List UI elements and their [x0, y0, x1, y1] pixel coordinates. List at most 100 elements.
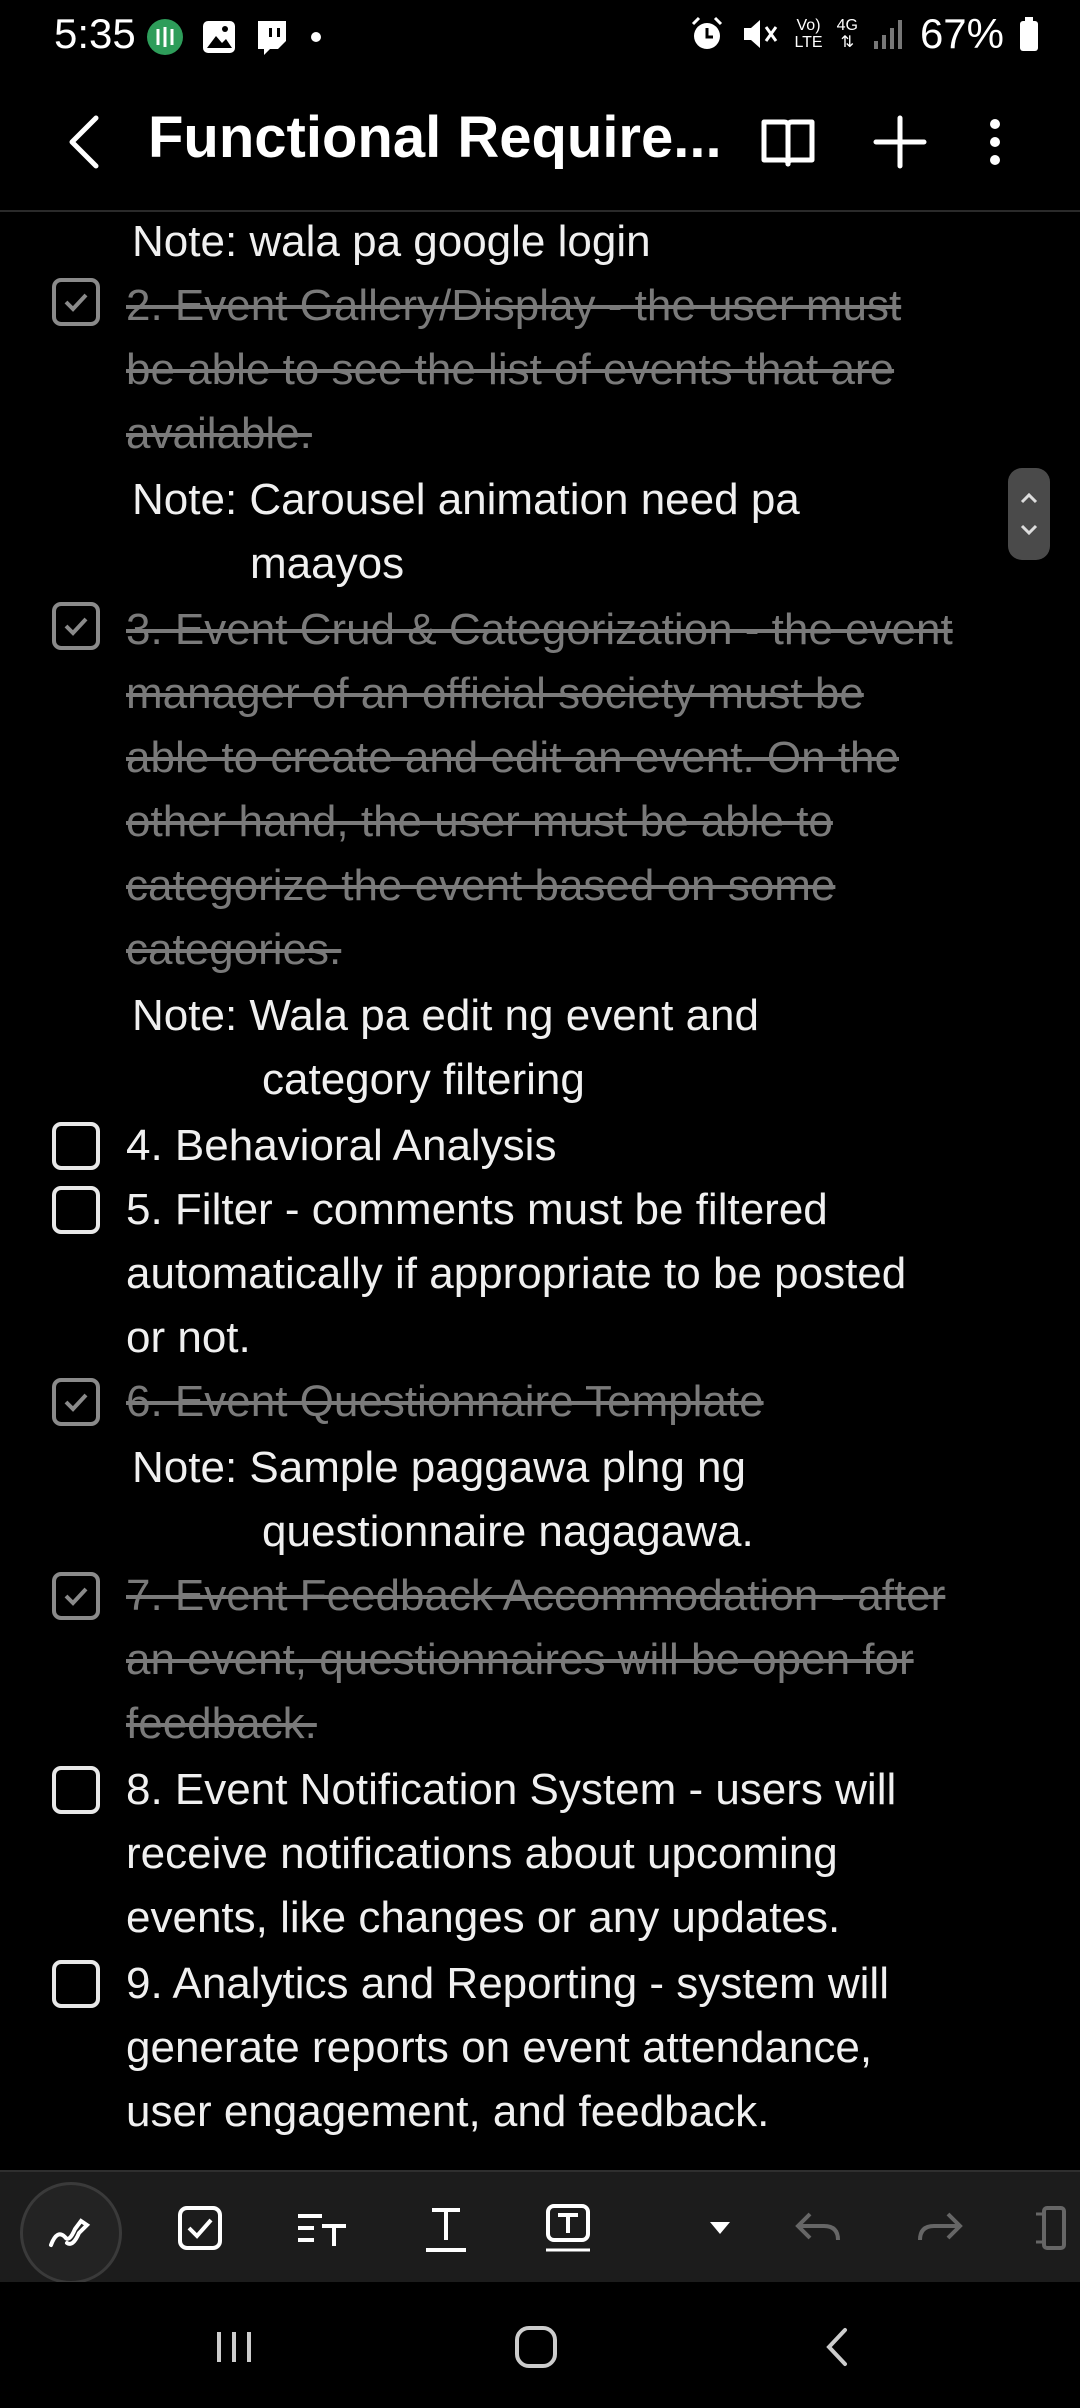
add-button[interactable] [860, 102, 940, 182]
checklist-item-text[interactable]: able to create and edit an event. On the [126, 726, 899, 790]
note-line: category filtering [262, 1055, 585, 1104]
checklist-item-text[interactable]: events, like changes or any updates. [126, 1886, 840, 1950]
checkbox-item-2[interactable] [52, 278, 100, 326]
checklist-item-text[interactable]: user engagement, and feedback. [126, 2080, 769, 2144]
network-label: Vo) LTE [794, 17, 822, 51]
status-bar: 5:35 Vo) LTE 4G ⇅ 67% [0, 0, 1080, 72]
note-line: questionnaire nagagawa. [262, 1507, 754, 1556]
home-button[interactable] [496, 2312, 576, 2382]
pen-icon [49, 2218, 91, 2247]
more-options-button[interactable] [960, 102, 1040, 182]
font-button[interactable] [406, 2188, 486, 2268]
checkbox-item-5[interactable] [52, 1186, 100, 1234]
checkbox-item-9[interactable] [52, 1960, 100, 2008]
gallery-icon [203, 21, 235, 53]
page-title: Functional Require... [148, 105, 722, 170]
signal-icon [873, 20, 902, 49]
data-arrows-icon: ⇅ [840, 34, 854, 51]
checklist-item-text[interactable]: 2. Event Gallery/Display - the user must [126, 274, 901, 338]
text-box-button[interactable] [528, 2188, 608, 2268]
recent-apps-icon [217, 2332, 251, 2362]
back-arrow-icon [69, 115, 99, 169]
checklist-item-text[interactable]: 9. Analytics and Reporting - system will [126, 1952, 889, 2016]
battery-icon [1020, 17, 1038, 51]
checklist-item-text[interactable]: generate reports on event attendance, [126, 2016, 872, 2080]
undo-button[interactable] [778, 2188, 858, 2268]
network-lte: LTE [794, 34, 823, 51]
network-type: 4G ⇅ [837, 17, 858, 51]
note-line: Note: Carousel animation need pa [132, 475, 800, 524]
undo-icon [795, 2212, 840, 2241]
checklist-item-text[interactable]: manager of an official society must be [126, 662, 864, 726]
system-back-button[interactable] [798, 2312, 878, 2382]
app-bar: Functional Require... [0, 72, 1080, 212]
editor-toolbar [0, 2170, 1080, 2284]
home-icon [515, 2326, 557, 2368]
battery-percent: 67% [919, 10, 1004, 57]
system-navigation-bar [0, 2282, 1080, 2408]
more-tools-dropdown[interactable] [680, 2188, 760, 2268]
fast-scroll-handle[interactable] [1008, 468, 1050, 560]
app-notification-icon [147, 19, 183, 55]
text-style-button[interactable] [282, 2188, 362, 2268]
status-right-icons: Vo) LTE 4G ⇅ 67% [688, 10, 1040, 58]
checklist-item-text[interactable]: or not. [126, 1306, 251, 1370]
reading-mode-button[interactable] [748, 102, 828, 182]
mute-icon [744, 20, 778, 48]
note-line: Note: Sample paggawa plng ng [132, 1443, 746, 1492]
toolbar-overflow-icon [1036, 2206, 1066, 2250]
status-time: 5:35 [54, 10, 136, 57]
checkbox-item-6[interactable] [52, 1378, 100, 1426]
note-line: maayos [250, 539, 405, 588]
checklist-item-text[interactable]: an event, questionnaires will be open fo… [126, 1628, 914, 1692]
text-box-icon [546, 2204, 590, 2252]
twitch-icon [258, 21, 286, 55]
checklist-item-text[interactable]: automatically if appropriate to be poste… [126, 1242, 906, 1306]
checkbox-item-3[interactable] [52, 602, 100, 650]
checklist-item-text[interactable]: 4. Behavioral Analysis [126, 1114, 556, 1178]
status-left-icons [144, 16, 326, 58]
redo-button[interactable] [900, 2188, 980, 2268]
checklist-item-text[interactable]: categories. [126, 918, 341, 982]
checkbox-item-7[interactable] [52, 1572, 100, 1620]
back-icon [826, 2328, 847, 2366]
note-line: Note: Wala pa edit ng event and [132, 991, 759, 1040]
back-button[interactable] [50, 102, 120, 182]
checklist-item-text[interactable]: 7. Event Feedback Accommodation - after [126, 1564, 945, 1628]
checklist-item-text[interactable]: 5. Filter - comments must be filtered [126, 1178, 828, 1242]
dot-icon [311, 32, 321, 42]
plus-icon [873, 115, 927, 169]
checklist-item-text[interactable]: other hand, the user must be able to [126, 790, 833, 854]
checkbox-icon [178, 2206, 222, 2250]
checklist-item-text[interactable]: 8. Event Notification System - users wil… [126, 1758, 896, 1822]
note-line: Note: wala pa google login [132, 217, 651, 266]
scroll-arrows-icon [1020, 492, 1038, 536]
more-tools-partial[interactable] [1020, 2188, 1080, 2268]
recent-apps-button[interactable] [194, 2312, 274, 2382]
checklist-item-text[interactable]: 3. Event Crud & Categorization - the eve… [126, 598, 953, 662]
note-content[interactable]: Note: wala pa google login 2. Event Gall… [0, 210, 1080, 2170]
check-icon [64, 1393, 88, 1412]
network-4g: 4G [836, 17, 858, 34]
dropdown-arrow-icon [710, 2222, 730, 2234]
checkbox-item-4[interactable] [52, 1122, 100, 1170]
more-vert-icon [990, 119, 1000, 165]
checklist-item-text[interactable]: 6. Event Questionnaire Template [126, 1370, 764, 1434]
checklist-item-text[interactable]: available. [126, 402, 312, 466]
book-icon [761, 119, 815, 167]
checklist-item-text[interactable]: receive notifications about upcoming [126, 1822, 838, 1886]
check-icon [64, 617, 88, 636]
alarm-icon [692, 16, 723, 49]
checklist-item-text[interactable]: be able to see the list of events that a… [126, 338, 894, 402]
text-format-list-icon [298, 2214, 346, 2246]
check-icon [64, 1587, 88, 1606]
text-underline-icon [426, 2208, 466, 2252]
redo-icon [918, 2212, 963, 2241]
checklist-item-text[interactable]: categorize the event based on some [126, 854, 835, 918]
checklist-item-text[interactable]: feedback. [126, 1692, 317, 1756]
checkbox-button[interactable] [160, 2188, 240, 2268]
network-volte: Vo) [796, 17, 821, 34]
handwriting-button[interactable] [20, 2182, 122, 2284]
check-icon [64, 293, 88, 312]
checkbox-item-8[interactable] [52, 1766, 100, 1814]
